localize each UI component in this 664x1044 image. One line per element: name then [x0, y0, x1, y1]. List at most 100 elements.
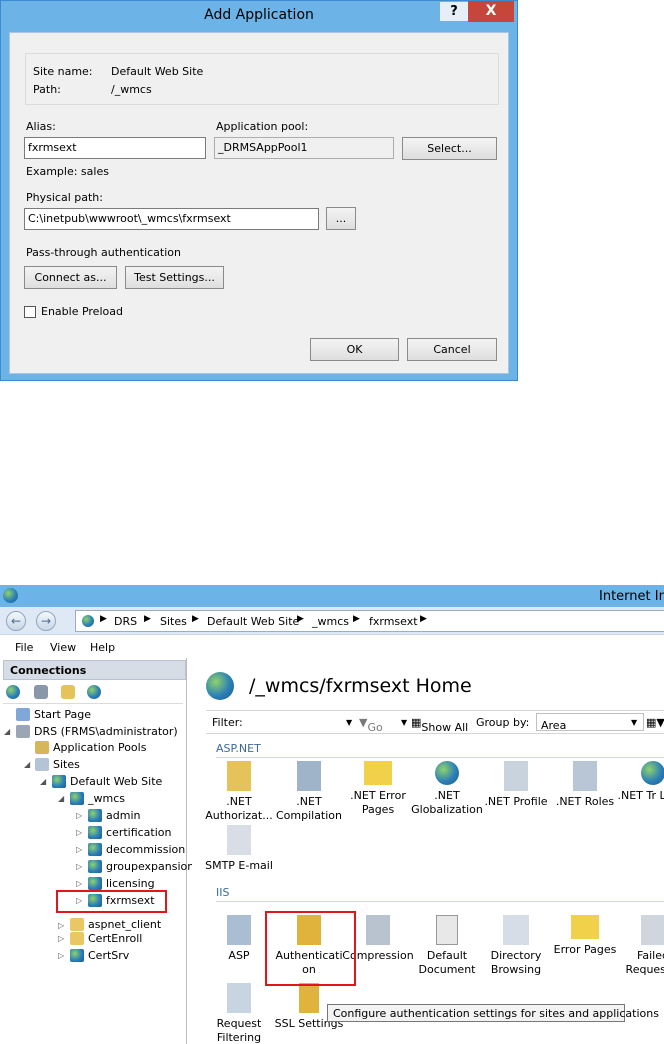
filter-input[interactable]	[246, 713, 356, 731]
iis-group-header: IIS	[216, 886, 230, 899]
show-all-button[interactable]: ▦ Show All	[411, 716, 468, 734]
cancel-button[interactable]: Cancel	[407, 338, 497, 361]
site-name-label: Site name:	[33, 65, 93, 78]
globalization-icon	[435, 761, 459, 785]
enable-preload-label[interactable]: Enable Preload	[41, 305, 123, 318]
start-page-icon	[16, 708, 30, 721]
tree-expand-icon[interactable]: ▷	[58, 921, 64, 930]
features-view: /_wmcs/fxrmsext Home Filter: ▼ ▼ Go ▼ ▦ …	[192, 658, 664, 1044]
globe-icon	[82, 615, 94, 627]
feature-net-compilation[interactable]: .NET Compilation	[270, 761, 348, 823]
tree-expand-icon[interactable]: ▷	[76, 879, 82, 888]
filter-dropdown-icon[interactable]: ▼	[346, 718, 352, 727]
tree-expand-icon[interactable]: ▷	[76, 811, 82, 820]
app-globe-icon	[70, 792, 84, 805]
breadcrumb-separator-icon: ▶	[144, 614, 151, 624]
group-by-dropdown-icon[interactable]: ▼	[631, 718, 637, 727]
tree-collapse-icon[interactable]: ◢	[24, 760, 30, 769]
feature-net-trust-level[interactable]: .NET Tr Level	[614, 761, 664, 803]
close-button[interactable]: X	[468, 1, 514, 22]
go-dropdown-icon[interactable]: ▼	[401, 718, 407, 727]
address-bar-area: ← → ▶ DRS ▶ Sites ▶ Default Web Site ▶ _…	[0, 607, 664, 635]
add-application-dialog: Add Application ? X Site name: Default W…	[0, 0, 518, 381]
compression-icon	[366, 915, 390, 945]
back-arrow-icon[interactable]: ←	[6, 611, 26, 631]
page-globe-icon	[206, 672, 234, 700]
connections-header: Connections	[3, 660, 186, 680]
alias-label: Alias:	[26, 120, 56, 133]
feature-failed-request-tracing[interactable]: Failed Request T	[614, 915, 664, 977]
group-by-select[interactable]: Area	[536, 713, 644, 732]
selection-highlight-box	[56, 890, 167, 913]
physical-path-label: Physical path:	[26, 191, 103, 204]
alias-input[interactable]: fxrmsext	[24, 137, 206, 159]
menu-view[interactable]: View	[50, 641, 76, 654]
go-button[interactable]: ▼ Go	[359, 716, 383, 734]
forward-arrow-icon[interactable]: →	[36, 611, 56, 631]
dialog-title-bar[interactable]: Add Application ? X	[1, 1, 517, 31]
select-button[interactable]: Select...	[402, 137, 497, 160]
dialog-body: Site name: Default Web Site Path: /_wmcs…	[9, 32, 509, 374]
feature-net-authorization[interactable]: .NET Authorizat...	[200, 761, 278, 823]
breadcrumb-separator-icon: ▶	[353, 614, 360, 624]
error-pages-icon	[571, 915, 599, 939]
group-by-label: Group by:	[476, 716, 530, 729]
up-folder-icon[interactable]	[61, 685, 75, 699]
disconnect-icon[interactable]	[87, 685, 101, 699]
tree-expand-icon[interactable]: ▷	[58, 934, 64, 943]
browse-button[interactable]: ...	[326, 207, 356, 230]
failed-request-icon	[641, 915, 664, 945]
feature-net-error-pages[interactable]: .NET Error Pages	[339, 761, 417, 817]
app-globe-icon	[88, 843, 102, 856]
breadcrumb-wmcs[interactable]: _wmcs	[312, 615, 349, 628]
feature-request-filtering[interactable]: Request Filtering	[200, 983, 278, 1044]
tree-expand-icon[interactable]: ▷	[76, 845, 82, 854]
tree-collapse-icon[interactable]: ◢	[58, 794, 64, 803]
menu-bar: File View Help	[0, 636, 664, 658]
roles-icon	[573, 761, 597, 791]
test-settings-button[interactable]: Test Settings...	[125, 266, 224, 289]
breadcrumb-drs[interactable]: DRS	[114, 615, 137, 628]
feature-net-roles[interactable]: .NET Roles	[546, 761, 624, 809]
tree-expand-icon[interactable]: ▷	[58, 951, 64, 960]
smtp-email-icon	[227, 825, 251, 855]
view-mode-icon[interactable]: ▦▼	[646, 716, 664, 729]
physical-path-input[interactable]: C:\inetpub\wwwroot\_wmcs\fxrmsext	[24, 208, 319, 230]
connect-globe-icon[interactable]	[6, 685, 20, 699]
breadcrumb-separator-icon: ▶	[192, 614, 199, 624]
tree-expand-icon[interactable]: ▷	[76, 862, 82, 871]
breadcrumb-sites[interactable]: Sites	[160, 615, 187, 628]
feature-net-profile[interactable]: .NET Profile	[477, 761, 555, 809]
help-button[interactable]: ?	[439, 1, 469, 22]
aspnet-group-header: ASP.NET	[216, 742, 261, 755]
app-globe-icon	[88, 877, 102, 890]
example-text: Example: sales	[26, 165, 109, 178]
folder-icon	[70, 918, 84, 931]
menu-file[interactable]: File	[15, 641, 33, 654]
tree-collapse-icon[interactable]: ◢	[4, 727, 10, 736]
menu-help[interactable]: Help	[90, 641, 115, 654]
breadcrumb-fxrmsext[interactable]: fxrmsext	[369, 615, 418, 628]
feature-net-globalization[interactable]: .NET Globalization	[408, 761, 486, 817]
iis-title-bar[interactable]: Internet Inf	[0, 585, 664, 607]
server-icon	[16, 725, 30, 738]
feature-default-document[interactable]: Default Document	[408, 915, 486, 977]
address-bar[interactable]: ▶ DRS ▶ Sites ▶ Default Web Site ▶ _wmcs…	[75, 610, 664, 632]
save-icon[interactable]	[34, 685, 48, 699]
breadcrumb-default-web-site[interactable]: Default Web Site	[207, 615, 299, 628]
enable-preload-checkbox[interactable]	[24, 306, 36, 318]
connections-title: Connections	[10, 664, 87, 677]
ok-button[interactable]: OK	[310, 338, 399, 361]
site-info-box: Site name: Default Web Site Path: /_wmcs	[25, 53, 499, 105]
feature-smtp-email[interactable]: SMTP E-mail	[200, 825, 278, 873]
tree-collapse-icon[interactable]: ◢	[40, 777, 46, 786]
passthrough-label: Pass-through authentication	[26, 246, 181, 259]
feature-error-pages[interactable]: Error Pages	[546, 915, 624, 957]
connect-as-button[interactable]: Connect as...	[24, 266, 117, 289]
default-document-icon	[436, 915, 458, 945]
trust-level-icon	[641, 761, 664, 785]
tree-expand-icon[interactable]: ▷	[76, 828, 82, 837]
path-label: Path:	[33, 83, 61, 96]
site-name-value: Default Web Site	[111, 65, 204, 78]
feature-directory-browsing[interactable]: Directory Browsing	[477, 915, 555, 977]
